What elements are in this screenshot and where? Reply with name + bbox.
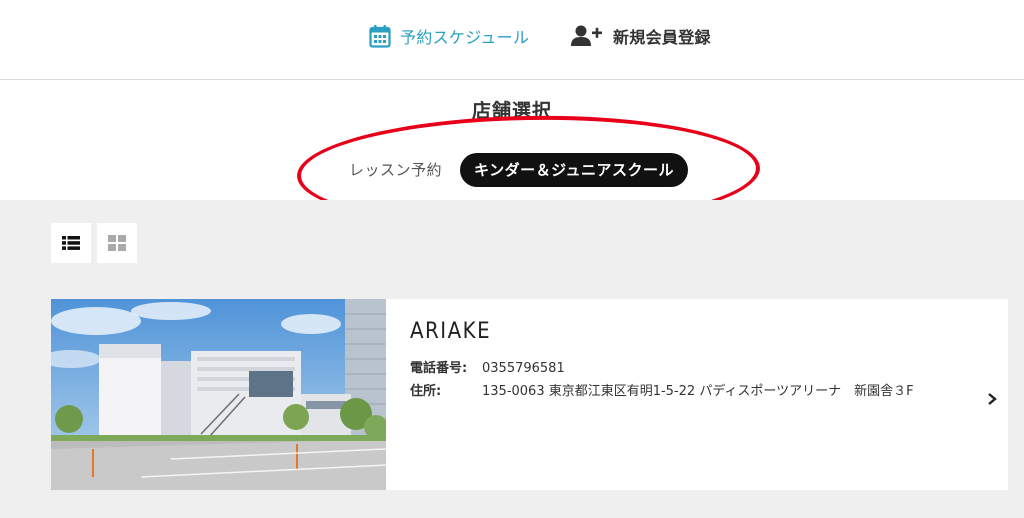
tab-lesson-reservation[interactable]: レッスン予約	[337, 153, 454, 187]
address-value: 135-0063 東京都江東区有明1-5-22 パディスポーツアリーナ 新園舎３…	[482, 384, 914, 399]
add-user-icon	[571, 25, 602, 46]
chevron-right-icon	[988, 393, 997, 405]
phone-value: 0355796581	[482, 361, 565, 376]
store-card[interactable]: ARIAKE 電話番号: 0355796581 住所: 135-0063 東京都江東…	[51, 299, 1008, 490]
store-address-row: 住所: 135-0063 東京都江東区有明1-5-22 パディスポーツアリーナ 新…	[410, 380, 914, 399]
register-link-label: 新規会員登録	[613, 28, 711, 47]
phone-label: 電話番号:	[410, 361, 468, 376]
program-tabs: レッスン予約 キンダー＆ジュニアスクール	[337, 153, 689, 187]
grid-view-icon	[108, 235, 126, 251]
grid-view-button[interactable]	[97, 223, 137, 263]
list-view-button[interactable]	[51, 223, 91, 263]
store-name: ARIAKE	[410, 319, 492, 344]
store-list-area: ARIAKE 電話番号: 0355796581 住所: 135-0063 東京都江東…	[0, 200, 1024, 518]
register-link[interactable]: 新規会員登録	[570, 20, 711, 52]
schedule-link-label: 予約スケジュール	[400, 28, 530, 47]
top-header: 予約スケジュール 新規会員登録	[0, 0, 1024, 80]
calendar-icon	[369, 25, 391, 48]
page-title: 店舗選択	[471, 100, 552, 122]
store-phone-row: 電話番号: 0355796581	[410, 357, 565, 376]
store-building-image	[51, 299, 386, 490]
schedule-link[interactable]: 予約スケジュール	[369, 20, 529, 52]
tab-kinder-junior-school[interactable]: キンダー＆ジュニアスクール	[460, 153, 689, 187]
address-label: 住所:	[410, 384, 442, 399]
list-view-icon	[62, 236, 80, 250]
